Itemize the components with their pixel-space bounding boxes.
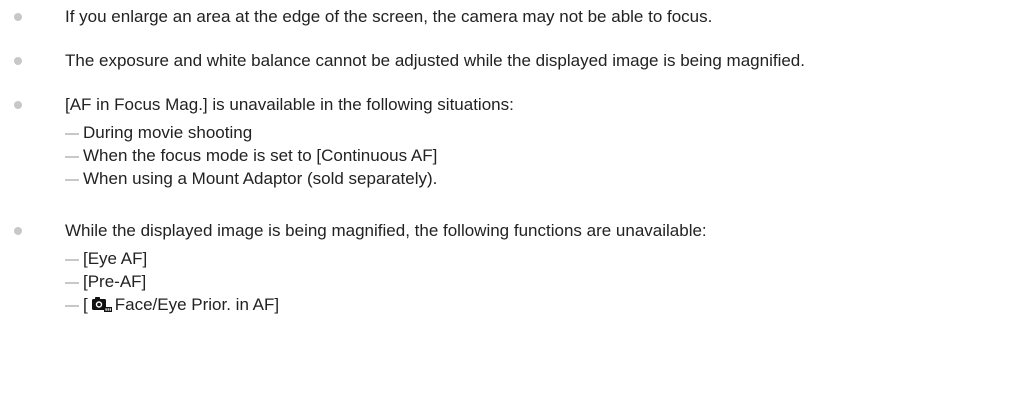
note-magnified-unavailable-functions: While the displayed image is being magni… xyxy=(14,221,1024,315)
sub-item-mount-adaptor: When using a Mount Adaptor (sold separat… xyxy=(65,169,1024,189)
sub-item-prefix: [ xyxy=(83,295,88,314)
sub-item-text: [Eye AF] xyxy=(83,249,148,268)
bullet-icon xyxy=(14,101,22,109)
sub-item-suffix: Face/Eye Prior. in AF] xyxy=(114,295,280,314)
dash-icon xyxy=(65,282,79,284)
note-text: If you enlarge an area at the edge of th… xyxy=(65,7,713,26)
dash-icon xyxy=(65,133,79,135)
dash-icon xyxy=(65,179,79,181)
sub-item-eye-af: [Eye AF] xyxy=(65,249,1024,269)
bullet-icon xyxy=(14,13,22,21)
dash-icon xyxy=(65,156,79,158)
sub-item-movie-shooting: During movie shooting xyxy=(65,123,1024,143)
sub-item-text: During movie shooting xyxy=(83,123,253,142)
sub-item-face-eye-prior: [ Face/Eye Prior. in AF] xyxy=(65,295,1024,315)
dash-icon xyxy=(65,259,79,261)
note-af-in-focus-mag: [AF in Focus Mag.] is unavailable in the… xyxy=(14,95,1024,189)
sub-item-text: When using a Mount Adaptor (sold separat… xyxy=(83,169,438,188)
bullet-icon xyxy=(14,57,22,65)
dash-icon xyxy=(65,305,79,307)
sub-list: During movie shooting When the focus mod… xyxy=(65,123,1024,189)
sub-item-pre-af: [Pre-AF] xyxy=(65,272,1024,292)
sub-item-continuous-af: When the focus mode is set to [Continuou… xyxy=(65,146,1024,166)
note-text: The exposure and white balance cannot be… xyxy=(65,51,805,70)
sub-item-text: [Pre-AF] xyxy=(83,272,147,291)
sub-item-text: When the focus mode is set to [Continuou… xyxy=(83,146,438,165)
note-text: [AF in Focus Mag.] is unavailable in the… xyxy=(65,95,514,114)
note-exposure-white-balance: The exposure and white balance cannot be… xyxy=(14,51,1024,71)
notes-list: If you enlarge an area at the edge of th… xyxy=(14,0,1024,318)
sub-list: [Eye AF] [Pre-AF] [Face/Eye Prior. in A… xyxy=(65,249,1024,315)
camera-icon xyxy=(91,296,113,313)
note-text: While the displayed image is being magni… xyxy=(65,221,707,240)
note-edge-focus: If you enlarge an area at the edge of th… xyxy=(14,7,1024,27)
bullet-icon xyxy=(14,227,22,235)
